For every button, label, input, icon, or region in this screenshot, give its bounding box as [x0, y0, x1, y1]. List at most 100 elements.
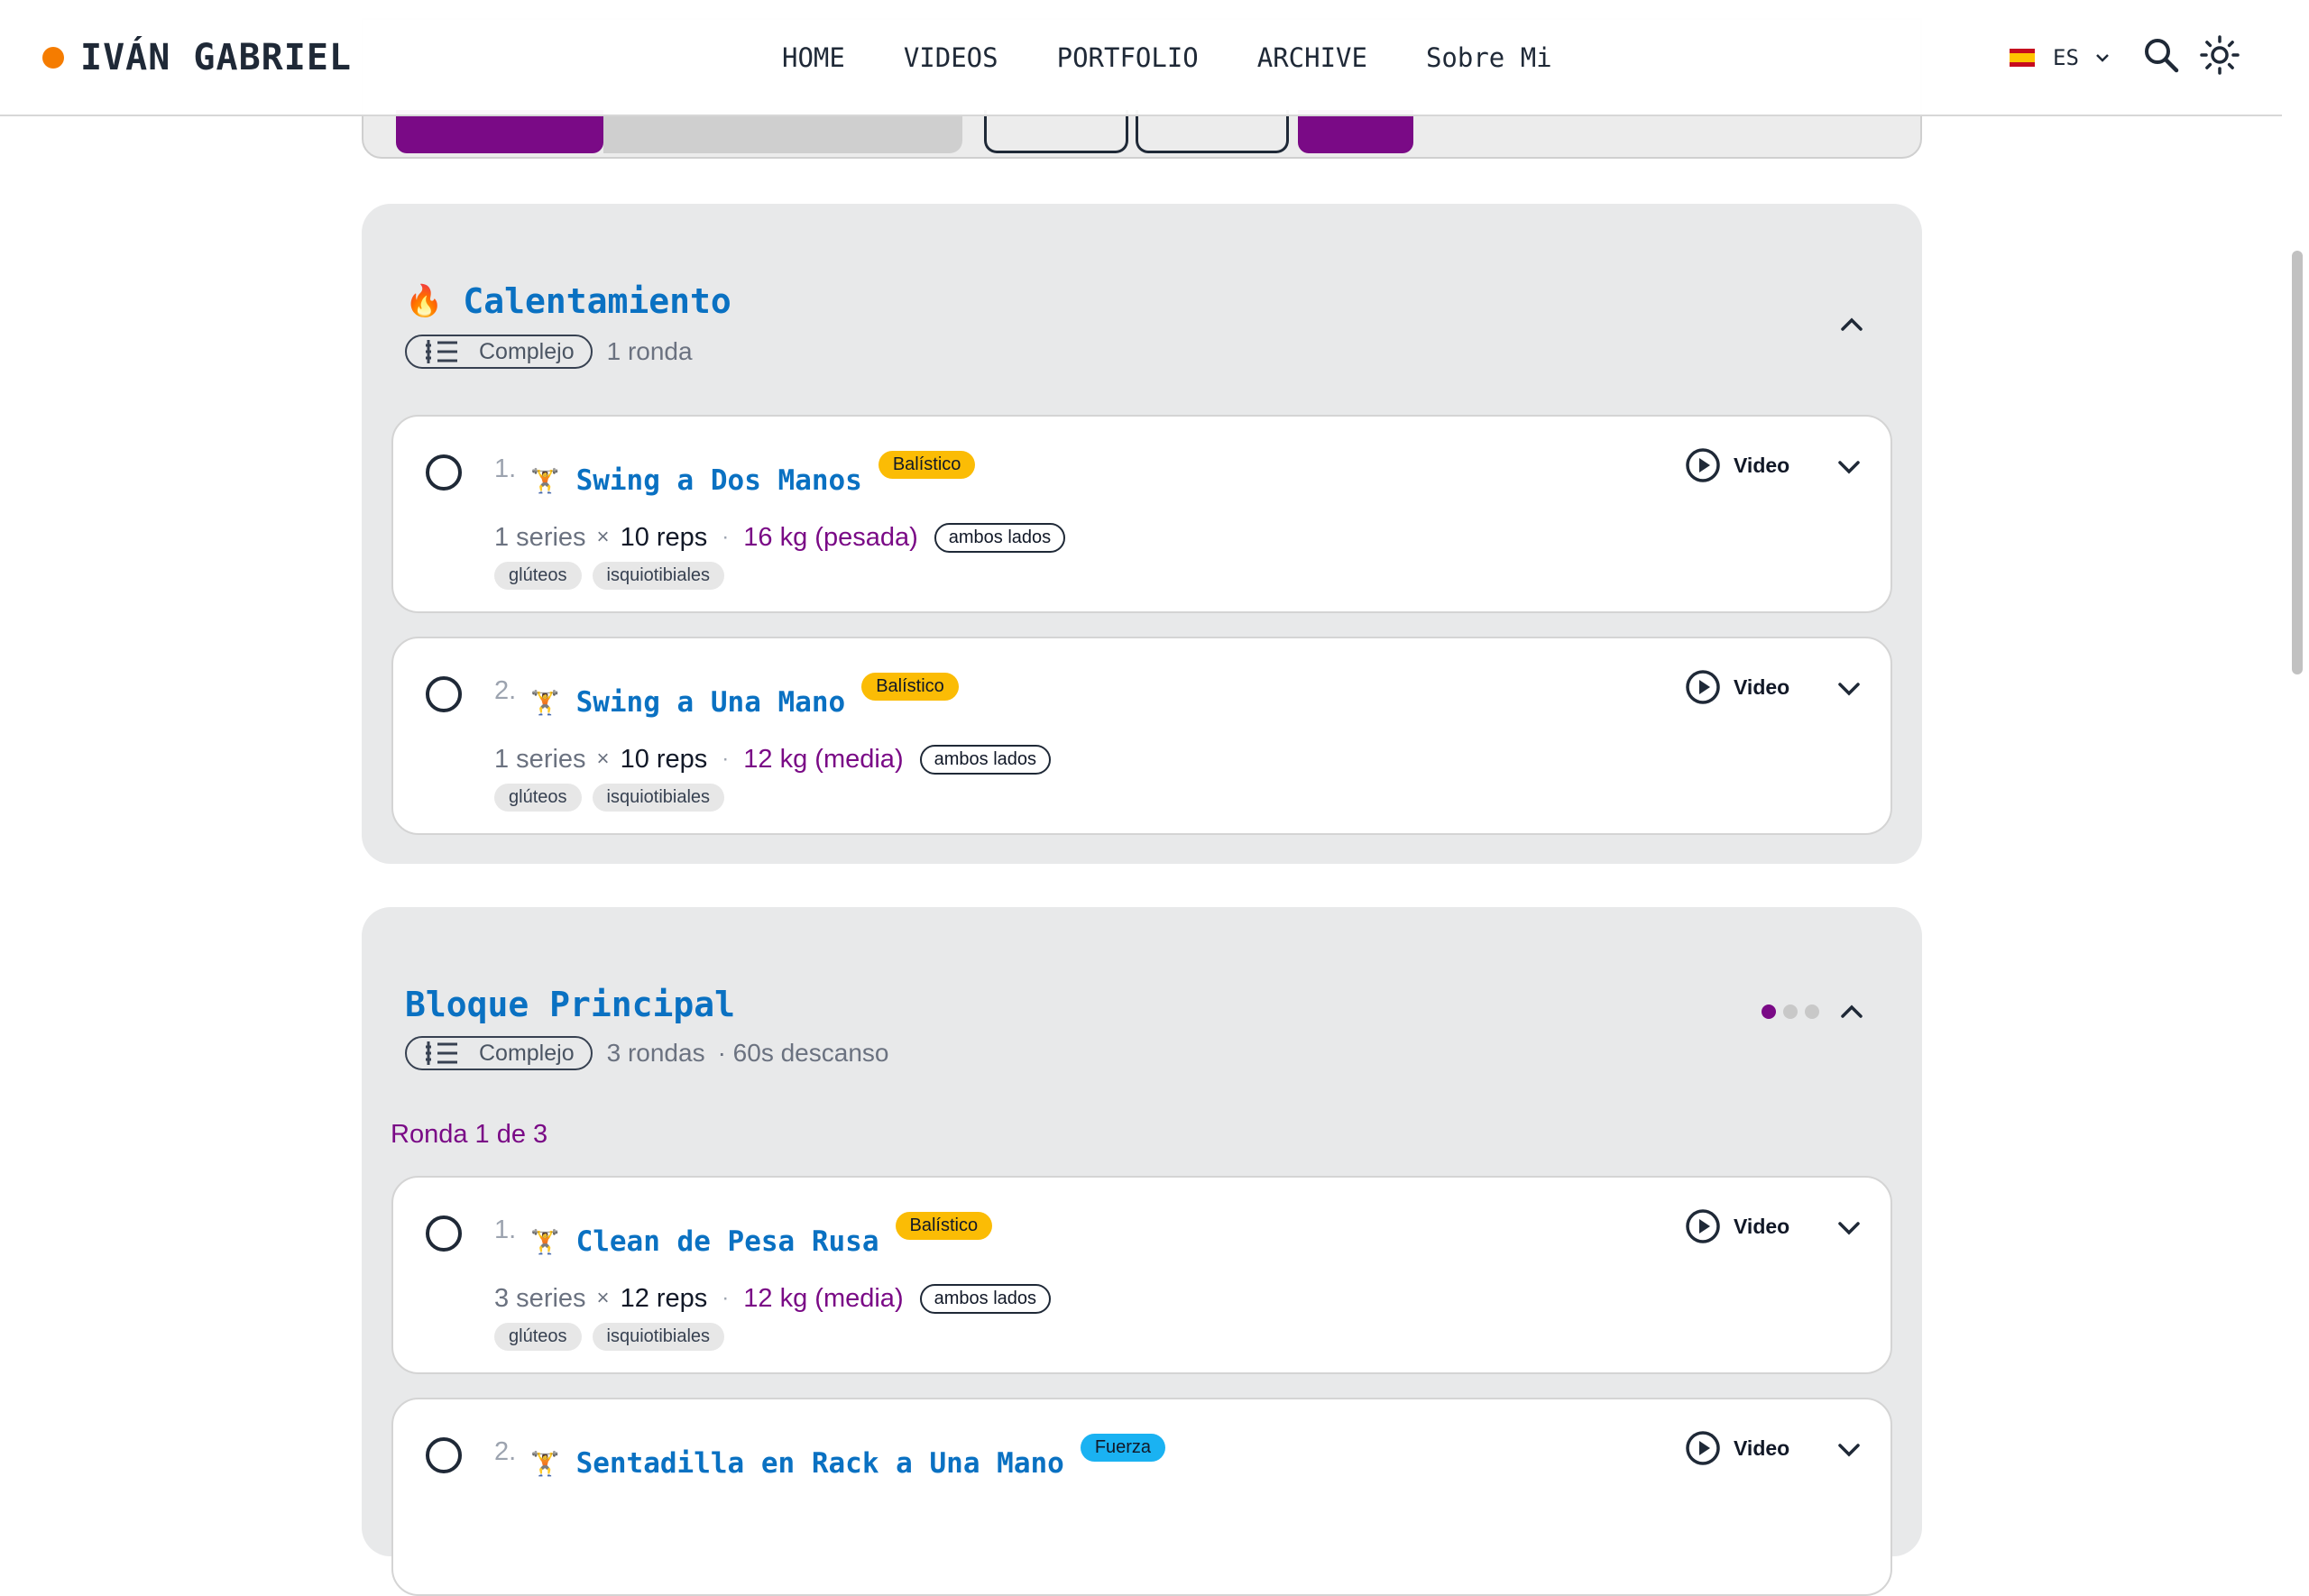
- separator: ·: [722, 1286, 730, 1310]
- exercise-type-tag: Balístico: [861, 673, 959, 701]
- weight: 16 kg (pesada): [743, 522, 918, 552]
- round-dot-current[interactable]: [1762, 1004, 1776, 1019]
- exercise-card: 1. 🏋 Swing a Dos Manos Balístico Video 1…: [391, 415, 1892, 613]
- reps-count: 10 reps: [620, 522, 708, 552]
- series-count: 3 series: [494, 1283, 586, 1313]
- video-button[interactable]: Video: [1685, 669, 1789, 705]
- weight: 12 kg (media): [743, 744, 904, 774]
- video-label: Video: [1734, 1435, 1790, 1460]
- nav-sobre-mi[interactable]: Sobre Mi: [1426, 42, 1552, 73]
- nav-home[interactable]: HOME: [782, 42, 845, 73]
- round-dot[interactable]: [1783, 1004, 1798, 1019]
- times-sign: ×: [596, 525, 610, 549]
- round-label: Ronda 1 de 3: [391, 1120, 548, 1149]
- nav-archive[interactable]: ARCHIVE: [1257, 42, 1367, 73]
- exercise-type-tag: Balístico: [878, 451, 976, 479]
- exercise-title-row: 2. 🏋 Swing a Una Mano Balístico: [494, 673, 959, 725]
- muscle-tag: isquiotibiales: [592, 783, 725, 812]
- fire-icon: 🔥: [405, 283, 444, 319]
- round-progress-dots: [1754, 1004, 1819, 1019]
- block-type-label: Complejo: [479, 338, 575, 364]
- expand-exercise-button[interactable]: [1833, 451, 1865, 483]
- video-label: Video: [1734, 1214, 1790, 1238]
- chevron-down-icon: [1838, 461, 1860, 474]
- language-selector[interactable]: ES: [2010, 40, 2110, 76]
- video-button[interactable]: Video: [1685, 1208, 1789, 1244]
- play-circle-icon: [1686, 1431, 1720, 1465]
- play-circle-icon: [1686, 448, 1720, 482]
- series-count: 1 series: [494, 522, 586, 552]
- brand-logo[interactable]: IVÁN GABRIEL: [42, 34, 352, 81]
- block-meta: Complejo 1 ronda: [405, 334, 693, 370]
- exercise-card: 2. 🏋 Sentadilla en Rack a Una Mano Fuerz…: [391, 1398, 1892, 1596]
- times-sign: ×: [596, 1286, 610, 1310]
- muscle-tag: isquiotibiales: [592, 561, 725, 590]
- nav-videos[interactable]: VIDEOS: [904, 42, 998, 73]
- chevron-down-icon: [1838, 1222, 1860, 1235]
- toolbar-button[interactable]: [1136, 110, 1289, 153]
- muscle-tag: glúteos: [494, 783, 582, 812]
- list-icon: [426, 340, 457, 363]
- complete-checkbox[interactable]: [426, 1215, 462, 1252]
- exercise-name[interactable]: Sentadilla en Rack a Una Mano: [576, 1447, 1064, 1480]
- expand-exercise-button[interactable]: [1833, 1434, 1865, 1466]
- toolbar-active-tab[interactable]: [396, 110, 603, 153]
- expand-exercise-button[interactable]: [1833, 673, 1865, 705]
- toolbar-tab[interactable]: [603, 110, 962, 153]
- scrollbar-thumb[interactable]: [2292, 251, 2303, 674]
- series-count: 1 series: [494, 744, 586, 774]
- sides-pill: ambos lados: [934, 522, 1066, 553]
- collapse-block-button[interactable]: [1835, 995, 1868, 1028]
- muscle-tags: glúteos isquiotibiales: [494, 783, 735, 812]
- sides-pill: ambos lados: [919, 744, 1052, 775]
- block-calentamiento: 🔥 Calentamiento Complejo 1 ronda 1. 🏋 Sw…: [362, 204, 1922, 864]
- nav-portfolio[interactable]: PORTFOLIO: [1057, 42, 1199, 73]
- exercise-details: 1 series × 10 reps · 16 kg (pesada) ambo…: [494, 519, 1066, 555]
- language-code: ES: [2053, 45, 2079, 70]
- exercise-number: 2.: [494, 676, 517, 705]
- complete-checkbox[interactable]: [426, 454, 462, 491]
- exercise-name[interactable]: Clean de Pesa Rusa: [576, 1225, 879, 1258]
- block-title: Bloque Principal: [405, 979, 735, 1030]
- main-nav: HOME VIDEOS PORTFOLIO ARCHIVE Sobre Mi: [782, 38, 1552, 78]
- play-circle-icon: [1686, 1209, 1720, 1243]
- complete-checkbox[interactable]: [426, 1437, 462, 1473]
- exercise-title-row: 2. 🏋 Sentadilla en Rack a Una Mano Fuerz…: [494, 1434, 1166, 1486]
- search-icon[interactable]: [2140, 34, 2182, 76]
- complete-checkbox[interactable]: [426, 676, 462, 712]
- video-button[interactable]: Video: [1685, 447, 1789, 483]
- expand-exercise-button[interactable]: [1833, 1212, 1865, 1244]
- toolbar-primary-button[interactable]: [1298, 110, 1413, 153]
- collapse-block-button[interactable]: [1835, 308, 1868, 341]
- exercise-number: 1.: [494, 454, 517, 483]
- video-button[interactable]: Video: [1685, 1430, 1789, 1466]
- sun-icon[interactable]: [2199, 34, 2240, 76]
- spain-flag-icon: [2010, 49, 2035, 67]
- reps-count: 10 reps: [620, 744, 708, 774]
- chevron-down-icon: [1838, 1444, 1860, 1457]
- chevron-up-icon: [1841, 317, 1863, 331]
- round-dot[interactable]: [1805, 1004, 1819, 1019]
- muscle-tag: glúteos: [494, 1322, 582, 1351]
- play-circle-icon: [1686, 670, 1720, 704]
- separator: ·: [722, 525, 730, 549]
- exercise-details: 1 series × 10 reps · 12 kg (media) ambos…: [494, 741, 1052, 777]
- exercise-number: 1.: [494, 1215, 517, 1244]
- muscle-tag: isquiotibiales: [592, 1322, 725, 1351]
- exercise-details: 3 series × 12 reps · 12 kg (media) ambos…: [494, 1280, 1052, 1316]
- chevron-down-icon: [1838, 683, 1860, 696]
- video-label: Video: [1734, 453, 1790, 477]
- block-meta: Complejo 3 rondas · 60s descanso: [405, 1035, 888, 1071]
- exercise-card: 2. 🏋 Swing a Una Mano Balístico Video 1 …: [391, 637, 1892, 835]
- block-rounds: 3 rondas: [606, 1039, 705, 1067]
- exercise-number: 2.: [494, 1437, 517, 1466]
- block-title-text: Calentamiento: [463, 281, 731, 321]
- weightlifter-icon: 🏋: [530, 466, 560, 494]
- muscle-tags: glúteos isquiotibiales: [494, 561, 735, 590]
- exercise-name[interactable]: Swing a Una Mano: [576, 686, 846, 719]
- weight: 12 kg (media): [743, 1283, 904, 1313]
- toolbar-button[interactable]: [984, 110, 1128, 153]
- exercise-card: 1. 🏋 Clean de Pesa Rusa Balístico Video …: [391, 1176, 1892, 1374]
- exercise-name[interactable]: Swing a Dos Manos: [576, 464, 862, 497]
- exercise-title-row: 1. 🏋 Clean de Pesa Rusa Balístico: [494, 1212, 993, 1264]
